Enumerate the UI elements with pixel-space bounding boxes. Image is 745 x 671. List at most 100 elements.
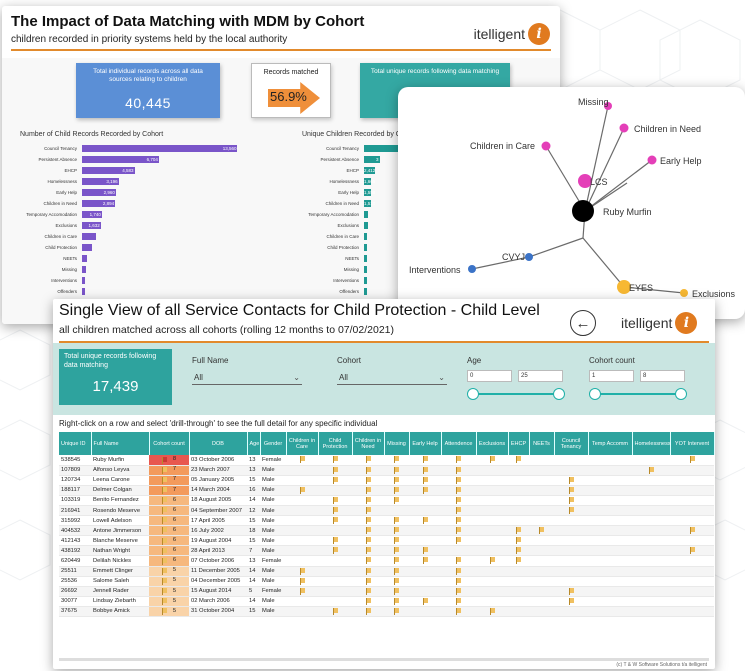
cell-dob: 31 October 2004 [189, 606, 247, 618]
bar[interactable] [82, 244, 93, 251]
cohort-flag-cell [384, 495, 409, 506]
cell-full-name: Ruby Murfin [91, 455, 149, 466]
horizontal-scrollbar[interactable] [59, 658, 709, 661]
bar[interactable] [82, 288, 85, 295]
bar[interactable] [82, 255, 88, 262]
age-range-slider[interactable] [467, 388, 565, 400]
cohort-flag-cell [441, 525, 476, 537]
table-row[interactable]: 25511 Emmett Clinger 5 11 December 2005 14 Ma… [59, 566, 714, 577]
bar[interactable] [364, 222, 368, 229]
full-name-dropdown[interactable]: All ⌄ [192, 370, 302, 385]
node-ruby-murfin[interactable] [572, 200, 594, 222]
table-row[interactable]: 620449 Delilah Nickles 6 07 October 2006 13 F… [59, 555, 714, 567]
node-exclusions[interactable] [680, 289, 688, 297]
column-header[interactable]: Children in Need [352, 432, 385, 455]
cohort-count-value: 6 [172, 526, 177, 533]
slider-max-handle[interactable] [553, 388, 565, 400]
table-row[interactable]: 120734 Leena Carone 7 05 January 2005 15 Male [59, 475, 714, 486]
cell-dob: 11 December 2005 [189, 566, 247, 577]
table-row[interactable]: 26692 Jennell Rader 5 15 August 2014 5 Female [59, 586, 714, 597]
flag-icon [332, 476, 338, 484]
column-header[interactable]: Homelessness [632, 432, 671, 455]
cohort-count-max-input[interactable]: 8 [640, 370, 685, 382]
column-header[interactable]: Gender [260, 432, 287, 455]
node-early-help[interactable] [647, 155, 657, 165]
column-header[interactable]: Missing [384, 432, 410, 455]
cohort-flag-cell [286, 485, 318, 496]
column-header[interactable]: Full Name [91, 432, 150, 455]
category-label: Persistent Absence [320, 157, 359, 162]
cohort-flag-cell [670, 606, 714, 618]
column-header[interactable]: Child Protection [318, 432, 353, 455]
table-row[interactable]: 438192 Nathan Wright 6 28 April 2013 7 Male [59, 545, 714, 557]
table-row[interactable]: 538545 Ruby Murfin 8 03 October 2006 13 Femal… [59, 455, 714, 466]
bar[interactable] [364, 277, 367, 284]
cohort-flag-cell [588, 455, 632, 466]
column-header[interactable]: Unique ID [59, 432, 92, 455]
bar[interactable] [364, 288, 367, 295]
bar-row: Child Protection [6, 243, 256, 252]
cohort-flag-cell [529, 515, 554, 527]
flag-icon [456, 567, 461, 575]
column-header[interactable]: Early Help [409, 432, 442, 455]
table-row[interactable]: 404532 Antone Jimmerson 6 16 July 2002 18 Mal… [59, 525, 714, 537]
node-children-in-need[interactable] [619, 123, 629, 133]
cohort-count-min-input[interactable]: 1 [589, 370, 634, 382]
table-row[interactable]: 103319 Benito Fernandez 6 18 August 2005 14 M… [59, 495, 714, 506]
cell-dob: 02 March 2006 [189, 596, 247, 607]
column-header[interactable]: Exclusions [476, 432, 509, 455]
flag-icon [365, 517, 371, 525]
table-row[interactable]: 412143 Blanche Meserve 6 19 August 2004 15 Ma… [59, 535, 714, 547]
node-children-in-care[interactable] [541, 141, 551, 151]
bar[interactable] [82, 277, 86, 284]
node-interventions[interactable] [468, 265, 476, 273]
table-row[interactable]: 25536 Salome Saleh 5 04 December 2005 14 Male [59, 576, 714, 587]
node-cvyj[interactable] [525, 253, 533, 261]
cohort-flag-cell [384, 525, 409, 537]
table-row[interactable]: 30077 Lindsay Ziebarth 5 02 March 2006 14 Mal… [59, 596, 714, 607]
cohort-count-slider[interactable] [589, 388, 687, 400]
table-row[interactable]: 37675 Bobbye Amick 5 31 October 2004 15 Male [59, 606, 714, 618]
table-row[interactable]: 107809 Alfonso Leyva 7 23 March 2007 13 Male [59, 465, 714, 476]
table-row[interactable]: 315992 Lowell Adelson 6 17 April 2005 15 Male [59, 515, 714, 527]
slider-min-handle[interactable] [467, 388, 479, 400]
back-arrow-button[interactable]: ← [570, 310, 596, 336]
column-header[interactable]: EHCP [508, 432, 530, 455]
bar-row: Missing [6, 265, 256, 274]
column-header[interactable]: Cohort count [149, 432, 190, 455]
bar[interactable] [364, 211, 368, 218]
cohort-flag-cell [508, 606, 529, 618]
bar[interactable] [364, 255, 367, 262]
column-header[interactable]: Children in Care [286, 432, 319, 455]
bar[interactable] [82, 233, 96, 240]
category-label: Child Protection [327, 245, 359, 250]
cohort-flag-cell [409, 525, 441, 537]
table-row[interactable]: 188117 Delmer Colgan 7 14 March 2004 16 Male [59, 485, 714, 496]
column-header[interactable]: DOB [189, 432, 248, 455]
cohort-dropdown[interactable]: All ⌄ [337, 370, 447, 385]
column-header[interactable]: Council Tenancy [554, 432, 589, 455]
column-header[interactable]: NEETs [529, 432, 555, 455]
age-min-input[interactable]: 0 [467, 370, 512, 382]
cohort-flag-cell [286, 596, 318, 607]
age-max-input[interactable]: 25 [518, 370, 563, 382]
slider-max-handle[interactable] [675, 388, 687, 400]
column-header[interactable]: Temp Accomm [588, 432, 633, 455]
cohort-flag-cell [441, 505, 476, 517]
bar[interactable] [364, 244, 367, 251]
column-header[interactable]: YOT Intervent [670, 432, 715, 455]
bar[interactable] [364, 233, 367, 240]
bar-row: Council Tenancy 13,560 [6, 144, 256, 153]
table-row[interactable]: 216941 Rosendo Meserve 6 04 September 2007 1… [59, 505, 714, 517]
cell-full-name: Nathan Wright [91, 545, 149, 557]
cohort-flag-cell [632, 455, 670, 466]
column-header[interactable]: Age [247, 432, 261, 455]
unique-children-bar-chart: Council Tenancy Persistent Absence 3 EHCP 2,… [288, 144, 408, 304]
cell-gender: Male [260, 545, 286, 557]
column-header[interactable]: Attendence [441, 432, 477, 455]
bar[interactable] [82, 266, 87, 273]
bar[interactable] [364, 266, 367, 273]
slider-min-handle[interactable] [589, 388, 601, 400]
cohort-flag-cell [476, 525, 508, 537]
cohort-flag-cell [441, 465, 476, 476]
